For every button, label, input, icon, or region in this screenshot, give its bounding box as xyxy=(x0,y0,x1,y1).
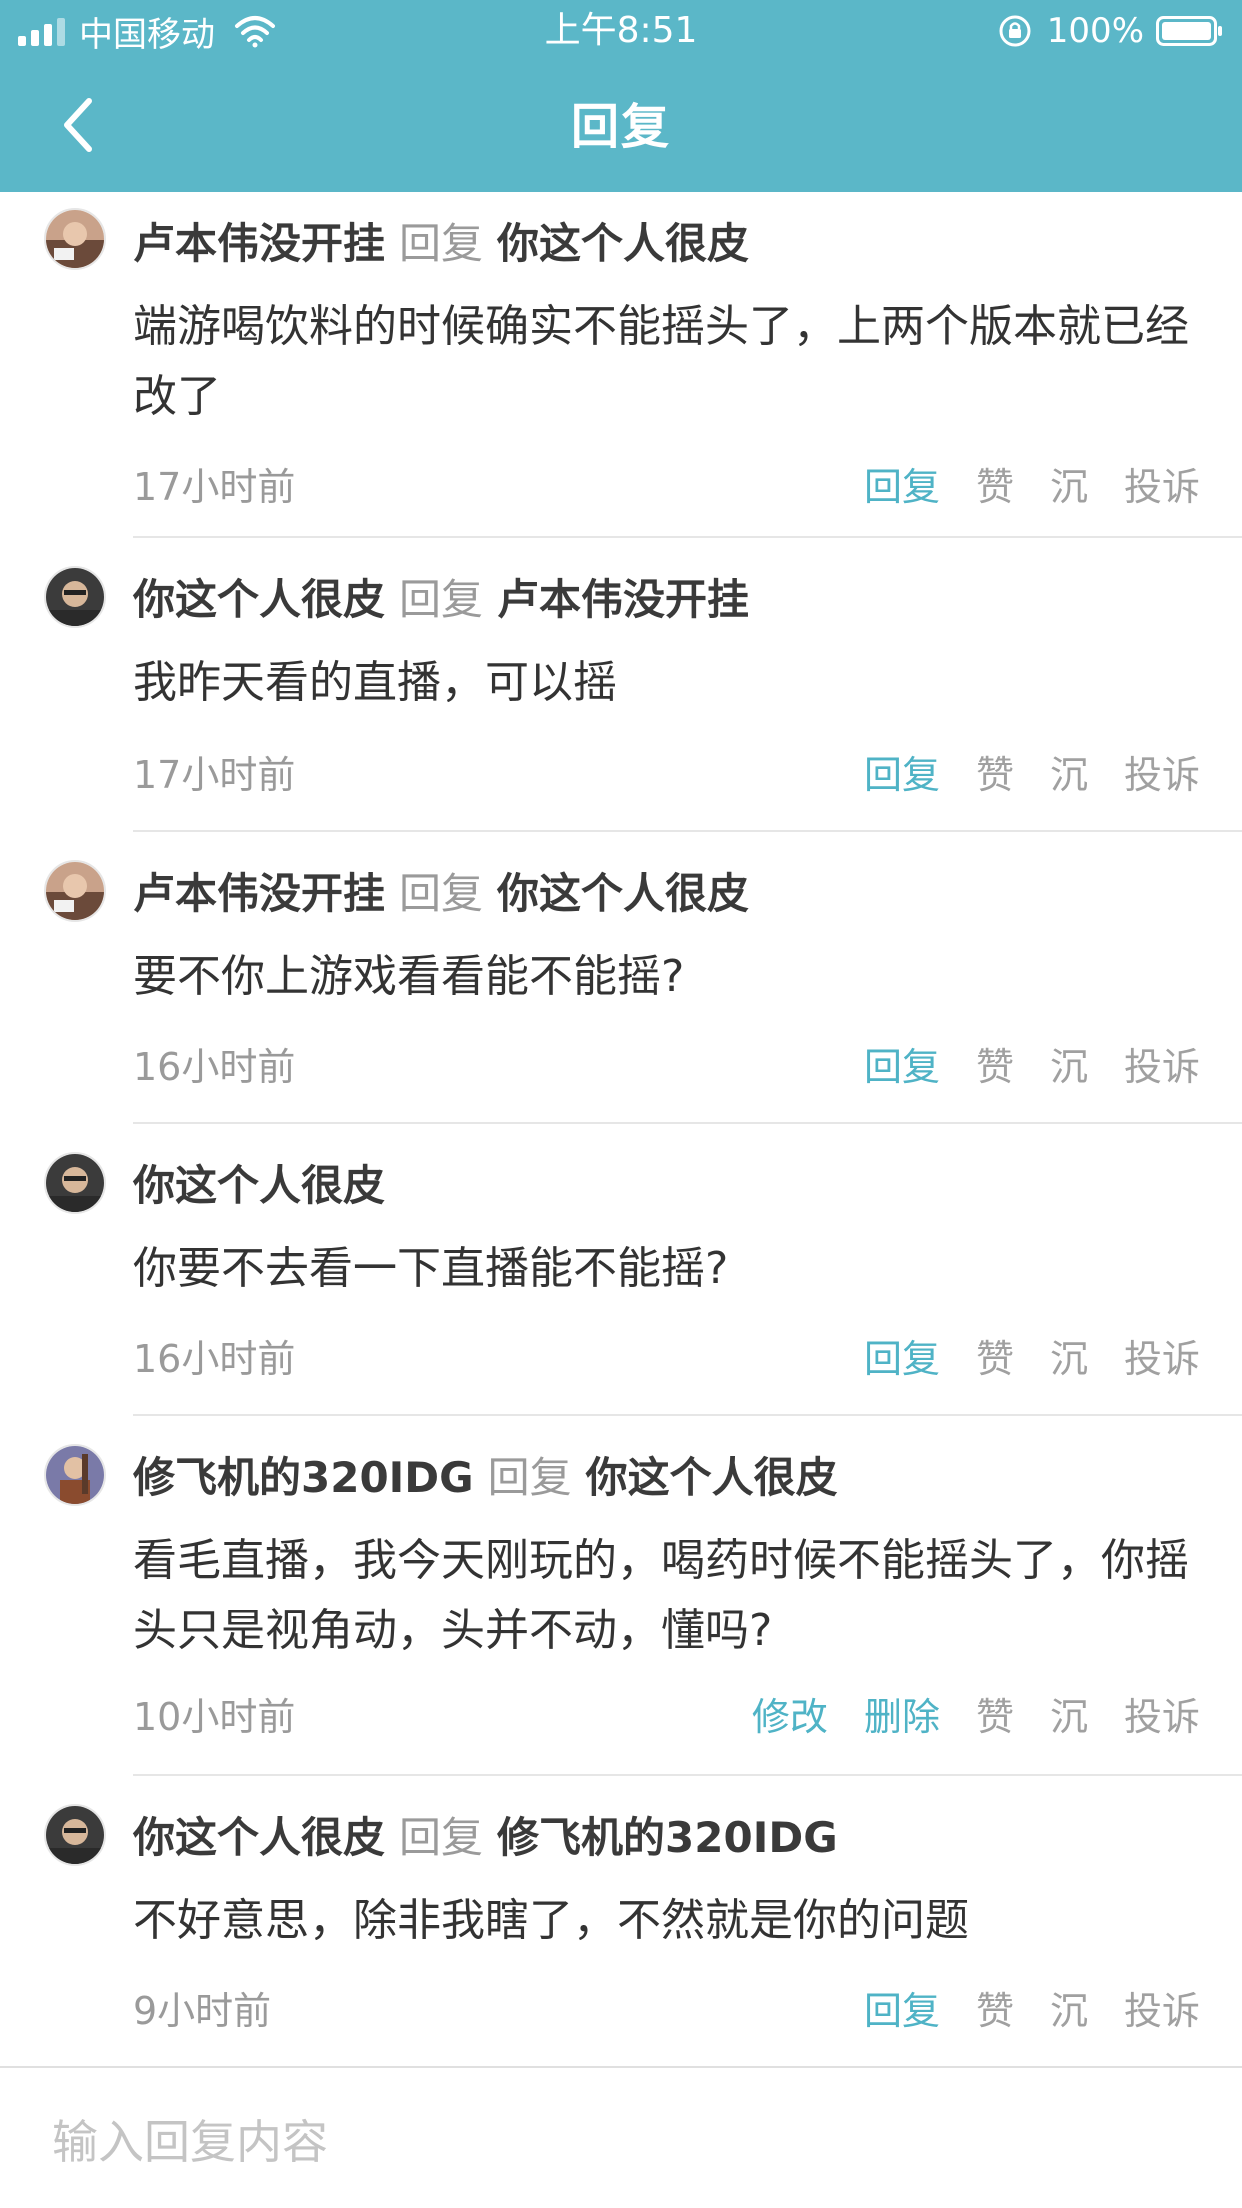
edit-button[interactable]: 修改 xyxy=(752,1686,828,1741)
comment-item: 卢本伟没开挂 回复 你这个人很皮 端游喝饮料的时候确实不能摇头了，上两个版本就已经改… xyxy=(0,192,1242,538)
sink-button[interactable]: 沉 xyxy=(1050,456,1088,511)
reply-button[interactable]: 回复 xyxy=(864,1980,940,2035)
comment-time: 16小时前 xyxy=(133,1045,296,1089)
reply-label: 回复 xyxy=(399,869,484,918)
reply-button[interactable]: 回复 xyxy=(864,1036,940,1091)
report-button[interactable]: 投诉 xyxy=(1124,456,1200,511)
comment-author[interactable]: 卢本伟没开挂 xyxy=(133,869,385,918)
reply-target[interactable]: 卢本伟没开挂 xyxy=(497,575,749,624)
comment-item: 你这个人很皮 你要不去看一下直播能不能摇? 16小时前 回复 赞 沉 投诉 xyxy=(0,1124,1242,1416)
comment-actions: 回复 赞 沉 投诉 xyxy=(864,1980,1200,2035)
avatar[interactable] xyxy=(44,566,106,628)
like-button[interactable]: 赞 xyxy=(976,1980,1014,2035)
comment-time: 17小时前 xyxy=(133,753,296,797)
reply-label: 回复 xyxy=(399,1813,484,1862)
battery-icon xyxy=(1156,16,1222,46)
comment-author[interactable]: 你这个人很皮 xyxy=(133,575,385,624)
comment-header: 卢本伟没开挂 回复 你这个人很皮 xyxy=(133,210,749,271)
comment-actions: 回复 赞 沉 投诉 xyxy=(864,1328,1200,1383)
comment-item: 你这个人很皮 回复 修飞机的320IDG 不好意思，除非我瞎了，不然就是你的问题 9… xyxy=(0,1776,1242,2066)
avatar[interactable] xyxy=(44,1804,106,1866)
comment-body: 要不你上游戏看看能不能摇? xyxy=(133,951,685,1002)
sink-button[interactable]: 沉 xyxy=(1050,1328,1088,1383)
reply-button[interactable]: 回复 xyxy=(864,1328,940,1383)
comment-time: 17小时前 xyxy=(133,465,296,509)
comment-author[interactable]: 你这个人很皮 xyxy=(133,1161,385,1210)
like-button[interactable]: 赞 xyxy=(976,456,1014,511)
sink-button[interactable]: 沉 xyxy=(1050,1036,1088,1091)
comment-actions: 回复 赞 沉 投诉 xyxy=(864,744,1200,799)
reply-label: 回复 xyxy=(399,219,484,268)
sink-button[interactable]: 沉 xyxy=(1050,1686,1088,1741)
page-title: 回复 xyxy=(570,99,671,155)
like-button[interactable]: 赞 xyxy=(976,1686,1014,1741)
comment-time: 9小时前 xyxy=(133,1989,272,2033)
sink-button[interactable]: 沉 xyxy=(1050,744,1088,799)
report-button[interactable]: 投诉 xyxy=(1124,1036,1200,1091)
report-button[interactable]: 投诉 xyxy=(1124,1686,1200,1741)
comment-item: 你这个人很皮 回复 卢本伟没开挂 我昨天看的直播，可以摇 17小时前 回复 赞 沉 … xyxy=(0,538,1242,832)
back-button[interactable] xyxy=(48,90,108,160)
comment-body: 我昨天看的直播，可以摇 xyxy=(133,657,617,708)
chevron-left-icon xyxy=(64,98,92,152)
reply-input-bar xyxy=(0,2066,1242,2208)
divider xyxy=(0,2066,1242,2068)
comment-item: 修飞机的320IDG 回复 你这个人很皮 看毛直播，我今天刚玩的，喝药时候不能摇头了… xyxy=(0,1416,1242,1776)
comment-actions: 回复 赞 沉 投诉 xyxy=(864,1036,1200,1091)
comment-time: 10小时前 xyxy=(133,1695,296,1739)
report-button[interactable]: 投诉 xyxy=(1124,744,1200,799)
status-right: 100% xyxy=(997,8,1224,54)
status-bar: 中国移动 上午8:51 100% xyxy=(0,0,1242,62)
report-button[interactable]: 投诉 xyxy=(1124,1980,1200,2035)
rotation-lock-icon xyxy=(999,15,1031,47)
reply-label: 回复 xyxy=(487,1453,572,1502)
comment-body: 看毛直播，我今天刚玩的，喝药时候不能摇头了，你摇头只是视角动，头并不动，懂吗? xyxy=(133,1535,1189,1656)
sink-button[interactable]: 沉 xyxy=(1050,1980,1088,2035)
comment-header: 卢本伟没开挂 回复 你这个人很皮 xyxy=(133,860,749,921)
comment-body: 你要不去看一下直播能不能摇? xyxy=(133,1243,729,1294)
comment-actions: 修改 删除 赞 沉 投诉 xyxy=(752,1686,1200,1741)
like-button[interactable]: 赞 xyxy=(976,744,1014,799)
report-button[interactable]: 投诉 xyxy=(1124,1328,1200,1383)
comment-author[interactable]: 你这个人很皮 xyxy=(133,1813,385,1862)
avatar[interactable] xyxy=(44,208,106,270)
avatar[interactable] xyxy=(44,1444,106,1506)
comment-body: 端游喝饮料的时候确实不能摇头了，上两个版本就已经改了 xyxy=(133,301,1189,422)
reply-input[interactable] xyxy=(50,2106,1194,2178)
comment-body: 不好意思，除非我瞎了，不然就是你的问题 xyxy=(133,1895,969,1946)
comment-item: 卢本伟没开挂 回复 你这个人很皮 要不你上游戏看看能不能摇? 16小时前 回复 赞 … xyxy=(0,832,1242,1124)
avatar[interactable] xyxy=(44,860,106,922)
reply-button[interactable]: 回复 xyxy=(864,456,940,511)
app-header: 中国移动 上午8:51 100% 回复 xyxy=(0,0,1242,192)
comment-header: 你这个人很皮 回复 卢本伟没开挂 xyxy=(133,566,749,627)
reply-label: 回复 xyxy=(399,575,484,624)
comment-actions: 回复 赞 沉 投诉 xyxy=(864,456,1200,511)
comment-time: 16小时前 xyxy=(133,1337,296,1381)
comment-author[interactable]: 卢本伟没开挂 xyxy=(133,219,385,268)
comment-header: 修飞机的320IDG 回复 你这个人很皮 xyxy=(133,1444,838,1505)
comment-header: 你这个人很皮 回复 修飞机的320IDG xyxy=(133,1804,838,1865)
like-button[interactable]: 赞 xyxy=(976,1036,1014,1091)
battery-percent: 100% xyxy=(1046,11,1144,51)
nav-bar: 回复 xyxy=(0,62,1242,192)
reply-button[interactable]: 回复 xyxy=(864,744,940,799)
comment-header: 你这个人很皮 xyxy=(133,1152,413,1213)
reply-target[interactable]: 你这个人很皮 xyxy=(497,219,749,268)
comment-author[interactable]: 修飞机的320IDG xyxy=(133,1453,474,1502)
reply-target[interactable]: 你这个人很皮 xyxy=(497,869,749,918)
delete-button[interactable]: 删除 xyxy=(864,1686,940,1741)
like-button[interactable]: 赞 xyxy=(976,1328,1014,1383)
reply-target[interactable]: 你这个人很皮 xyxy=(586,1453,838,1502)
avatar[interactable] xyxy=(44,1152,106,1214)
reply-target[interactable]: 修飞机的320IDG xyxy=(497,1813,838,1862)
